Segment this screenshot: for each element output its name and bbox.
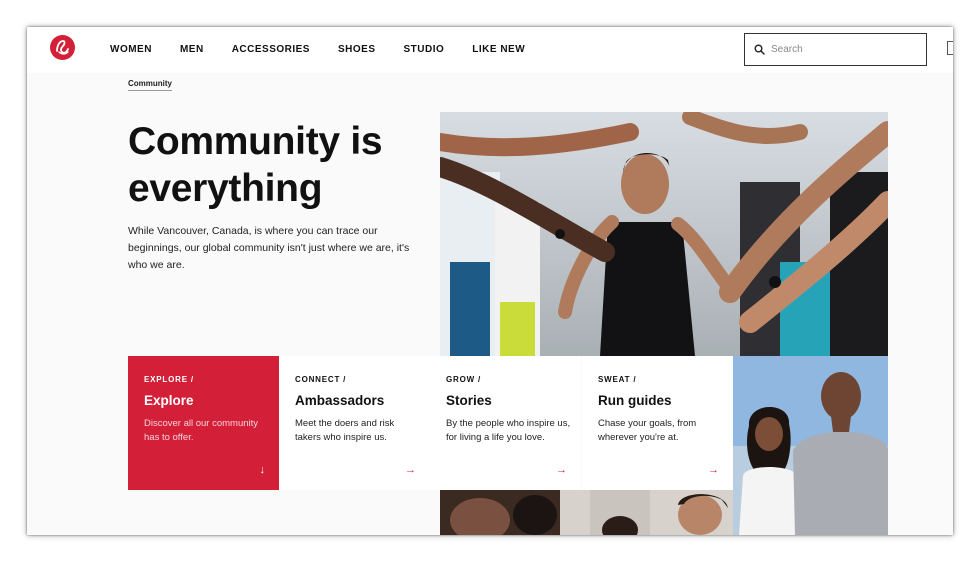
card-eyebrow: SWEAT / (598, 375, 637, 384)
nav-accessories[interactable]: ACCESSORIES (232, 44, 310, 55)
card-description: Meet the doers and risk takers who inspi… (295, 418, 395, 443)
page-title: Community is everything (128, 120, 383, 210)
hero-description: While Vancouver, Canada, is where you ca… (128, 225, 410, 271)
card-run-guides[interactable]: SWEAT / Run guides Chase your goals, fro… (582, 356, 733, 490)
browser-viewport: WOMEN MEN ACCESSORIES SHOES STUDIO LIKE … (27, 27, 953, 535)
bag-icon[interactable] (947, 41, 953, 55)
card-stories[interactable]: GROW / Stories By the people who inspire… (430, 356, 581, 490)
card-title: Explore (144, 393, 194, 408)
card-eyebrow: EXPLORE / (144, 375, 194, 384)
arrow-right-icon: → (405, 464, 416, 476)
card-description: Discover all our community has to offer. (144, 418, 259, 443)
main-nav: WOMEN MEN ACCESSORIES SHOES STUDIO LIKE … (110, 44, 553, 55)
card-eyebrow: CONNECT / (295, 375, 347, 384)
card-description: Chase your goals, from wherever you're a… (598, 418, 697, 443)
search-icon (754, 44, 765, 55)
photo-smiling-couple (733, 356, 888, 535)
breadcrumb[interactable]: Community (128, 79, 172, 91)
search-input[interactable] (771, 42, 921, 57)
nav-like-new[interactable]: LIKE NEW (472, 44, 525, 55)
card-title: Ambassadors (295, 393, 385, 408)
arrow-right-icon: → (556, 464, 567, 476)
site-header: WOMEN MEN ACCESSORIES SHOES STUDIO LIKE … (27, 27, 953, 73)
brand-logo-icon[interactable] (50, 35, 75, 60)
nav-studio[interactable]: STUDIO (404, 44, 445, 55)
card-title: Run guides (598, 393, 672, 408)
arrow-down-icon: ↓ (259, 464, 266, 476)
nav-men[interactable]: MEN (180, 44, 204, 55)
photo-community-group (440, 490, 733, 535)
arrow-right-icon: → (708, 464, 719, 476)
hero-photo-community-high-fives (440, 112, 888, 356)
search-box[interactable] (744, 33, 927, 66)
nav-women[interactable]: WOMEN (110, 44, 152, 55)
card-description: By the people who inspire us, for living… (446, 418, 571, 443)
card-explore[interactable]: EXPLORE / Explore Discover all our commu… (128, 356, 279, 490)
nav-shoes[interactable]: SHOES (338, 44, 376, 55)
card-ambassadors[interactable]: CONNECT / Ambassadors Meet the doers and… (279, 356, 430, 490)
card-title: Stories (446, 393, 492, 408)
card-eyebrow: GROW / (446, 375, 482, 384)
